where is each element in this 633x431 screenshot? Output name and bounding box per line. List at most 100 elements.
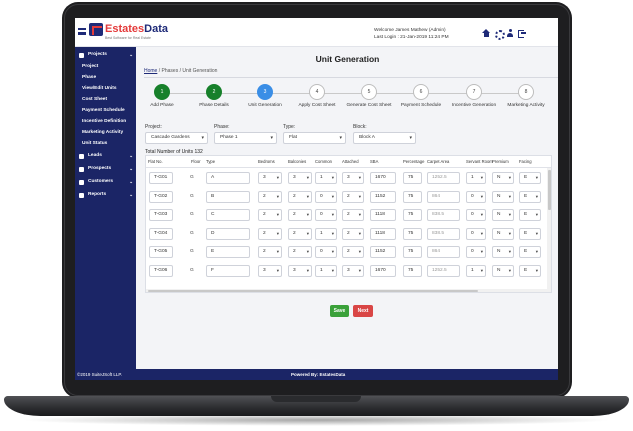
- cell-bedrooms-select[interactable]: 2: [258, 190, 282, 203]
- step-1-circle[interactable]: 1: [154, 84, 170, 100]
- cell-carpet-area-input[interactable]: 838.5: [427, 227, 460, 240]
- cell-premium-select[interactable]: N: [492, 246, 514, 258]
- cell-percentage-input[interactable]: 75: [403, 227, 422, 240]
- sidebar-item-prospects[interactable]: Prospects ⌄: [75, 166, 136, 172]
- step-5-circle[interactable]: 5: [361, 84, 377, 100]
- cell-attached-select[interactable]: 3: [342, 172, 364, 184]
- cell-bedrooms-select[interactable]: 2: [258, 209, 282, 221]
- cell-attached-select[interactable]: 2: [342, 227, 364, 240]
- phase-select[interactable]: Phase 1: [214, 132, 277, 144]
- cell-attached-select[interactable]: 2: [342, 209, 364, 221]
- app-logo[interactable]: EstatesData Best Software for Real Estat…: [89, 23, 168, 41]
- cell-flat-no-input[interactable]: T-G06: [149, 264, 173, 277]
- cell-carpet-area-input[interactable]: 864: [427, 190, 460, 203]
- cell-facing-select[interactable]: E: [519, 190, 541, 203]
- cell-premium-select[interactable]: N: [492, 264, 514, 277]
- sidebar-item-unit-status[interactable]: Unit Status: [75, 141, 136, 146]
- cell-common-select[interactable]: 0: [315, 209, 337, 221]
- cell-bedrooms-select[interactable]: 3: [258, 172, 282, 184]
- project-select[interactable]: Cascade Gardens: [145, 132, 208, 144]
- cell-percentage-input[interactable]: 75: [403, 190, 422, 203]
- sidebar-item-phase[interactable]: Phase: [75, 75, 136, 80]
- cell-facing-select[interactable]: E: [519, 209, 541, 221]
- cell-attached-select[interactable]: 2: [342, 246, 364, 258]
- cell-balconies-select[interactable]: 2: [288, 246, 312, 258]
- cell-type-input[interactable]: F: [206, 264, 250, 277]
- sidebar-item-projects[interactable]: Projects ⌄: [75, 52, 136, 58]
- cell-carpet-area-input[interactable]: 838.5: [427, 209, 460, 221]
- cell-common-select[interactable]: 0: [315, 246, 337, 258]
- breadcrumb-home[interactable]: Home: [144, 68, 157, 74]
- cell-servant-room-select[interactable]: 0: [466, 246, 486, 258]
- cell-percentage-input[interactable]: 75: [403, 209, 422, 221]
- next-button[interactable]: Next: [353, 305, 373, 317]
- cell-flat-no-input[interactable]: T-G05: [149, 246, 173, 258]
- breadcrumb-phases[interactable]: Phases: [162, 68, 179, 74]
- cell-flat-no-input[interactable]: T-G03: [149, 209, 173, 221]
- cell-common-select[interactable]: 1: [315, 264, 337, 277]
- cell-premium-select[interactable]: N: [492, 227, 514, 240]
- cell-common-select[interactable]: 1: [315, 172, 337, 184]
- block-select[interactable]: Block A: [353, 132, 416, 144]
- sidebar-item-marketing-activity[interactable]: Marketing Activity: [75, 130, 136, 135]
- cell-percentage-input[interactable]: 75: [403, 172, 422, 184]
- cell-flat-no-input[interactable]: T-G01: [149, 172, 173, 184]
- cell-balconies-select[interactable]: 2: [288, 190, 312, 203]
- cell-premium-select[interactable]: N: [492, 190, 514, 203]
- hamburger-menu-icon[interactable]: [78, 28, 86, 35]
- cell-sba-input[interactable]: 1670: [370, 172, 396, 184]
- sidebar-item-view-edit-units[interactable]: View/Edit Units: [75, 86, 136, 91]
- vertical-scrollbar[interactable]: [547, 168, 551, 292]
- sidebar-item-payment-schedule[interactable]: Payment Schedule: [75, 108, 136, 113]
- home-icon[interactable]: [482, 29, 490, 37]
- cell-facing-select[interactable]: E: [519, 264, 541, 277]
- cell-balconies-select[interactable]: 3: [288, 172, 312, 184]
- user-icon[interactable]: [506, 29, 514, 37]
- cell-sba-input[interactable]: 1118: [370, 209, 396, 221]
- cell-type-input[interactable]: B: [206, 190, 250, 203]
- cell-facing-select[interactable]: E: [519, 172, 541, 184]
- horizontal-scrollbar[interactable]: [146, 289, 549, 292]
- cell-facing-select[interactable]: E: [519, 246, 541, 258]
- cell-type-input[interactable]: E: [206, 246, 250, 258]
- cell-type-input[interactable]: C: [206, 209, 250, 221]
- step-3-circle[interactable]: 3: [257, 84, 273, 100]
- step-2-circle[interactable]: 2: [206, 84, 222, 100]
- cell-servant-room-select[interactable]: 0: [466, 190, 486, 203]
- cell-flat-no-input[interactable]: T-G04: [149, 227, 173, 240]
- logout-icon[interactable]: [518, 29, 526, 38]
- cell-servant-room-select[interactable]: 1: [466, 172, 486, 184]
- cell-servant-room-select[interactable]: 0: [466, 227, 486, 240]
- cell-balconies-select[interactable]: 3: [288, 264, 312, 277]
- cell-balconies-select[interactable]: 2: [288, 227, 312, 240]
- cell-common-select[interactable]: 1: [315, 227, 337, 240]
- sidebar-item-incentive-definition[interactable]: Incentive Definition: [75, 119, 136, 124]
- step-6-circle[interactable]: 6: [413, 84, 429, 100]
- cell-type-input[interactable]: D: [206, 227, 250, 240]
- cell-servant-room-select[interactable]: 1: [466, 264, 486, 277]
- sidebar-item-leads[interactable]: Leads ⌄: [75, 153, 136, 159]
- cell-carpet-area-input[interactable]: 1252.5: [427, 172, 460, 184]
- cell-carpet-area-input[interactable]: 864: [427, 246, 460, 258]
- cell-bedrooms-select[interactable]: 2: [258, 246, 282, 258]
- cell-servant-room-select[interactable]: 0: [466, 209, 486, 221]
- cell-bedrooms-select[interactable]: 2: [258, 227, 282, 240]
- sidebar-item-cost-sheet[interactable]: Cost Sheet: [75, 97, 136, 102]
- sidebar-item-customers[interactable]: Customers ⌄: [75, 179, 136, 185]
- cell-percentage-input[interactable]: 75: [403, 264, 422, 277]
- step-4-circle[interactable]: 4: [309, 84, 325, 100]
- cell-premium-select[interactable]: N: [492, 209, 514, 221]
- cell-attached-select[interactable]: 3: [342, 264, 364, 277]
- sidebar-item-reports[interactable]: Reports ⌄: [75, 192, 136, 198]
- gear-icon[interactable]: [494, 29, 505, 40]
- cell-sba-input[interactable]: 1152: [370, 246, 396, 258]
- cell-common-select[interactable]: 0: [315, 190, 337, 203]
- cell-balconies-select[interactable]: 2: [288, 209, 312, 221]
- cell-sba-input[interactable]: 1152: [370, 190, 396, 203]
- step-7-circle[interactable]: 7: [466, 84, 482, 100]
- type-select[interactable]: Flat: [283, 132, 346, 144]
- cell-flat-no-input[interactable]: T-G02: [149, 190, 173, 203]
- cell-sba-input[interactable]: 1118: [370, 227, 396, 240]
- sidebar-item-project[interactable]: Project: [75, 64, 136, 69]
- cell-sba-input[interactable]: 1670: [370, 264, 396, 277]
